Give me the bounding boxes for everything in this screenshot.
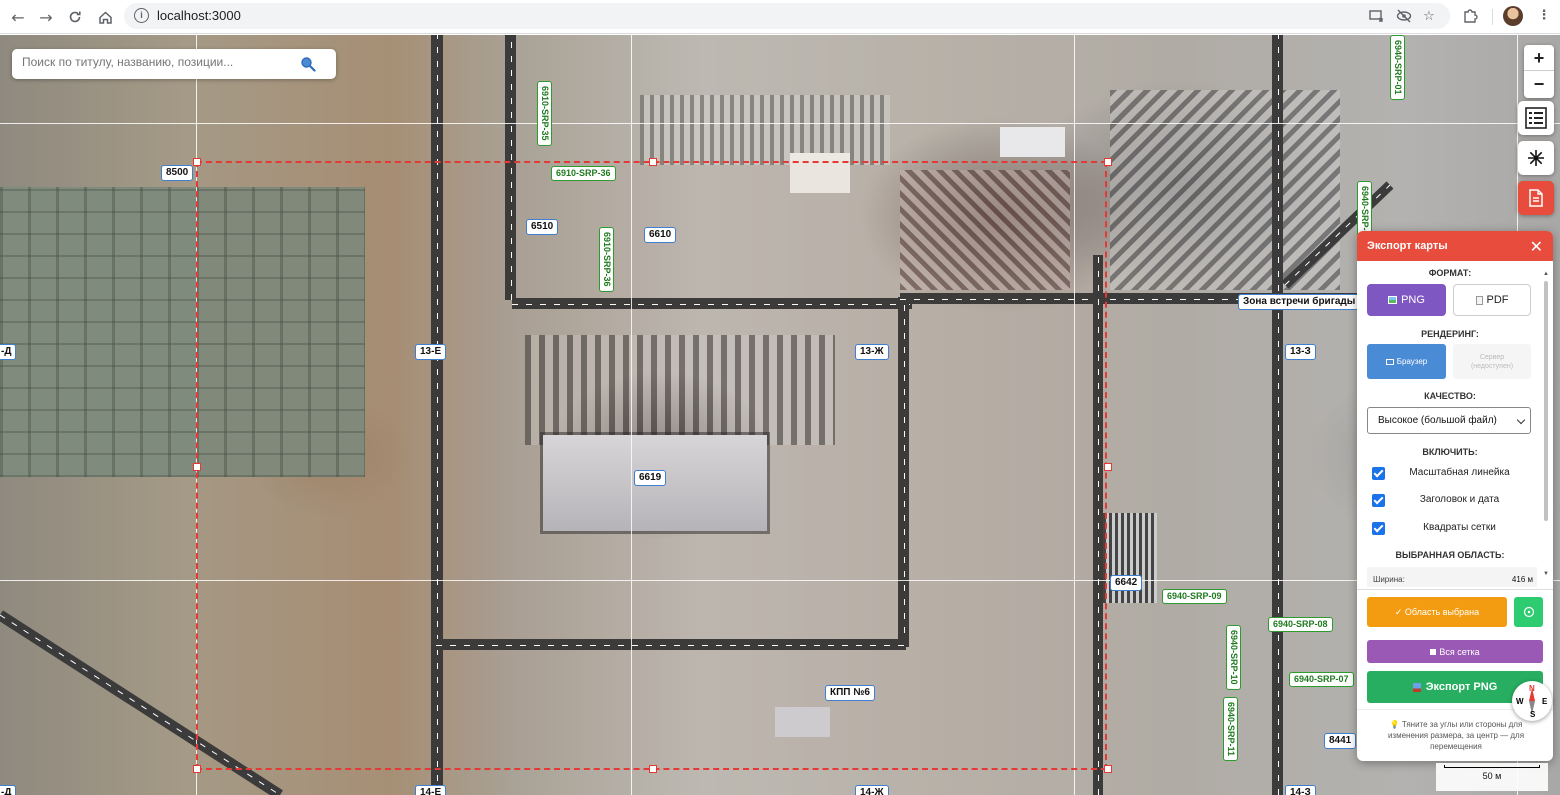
srp-label[interactable]: 6940-SRP-10 (1226, 625, 1241, 690)
file-icon (1475, 295, 1483, 305)
grid-square-label: 14-Ж (855, 785, 889, 795)
srp-label[interactable]: 6940-SRP-01 (1390, 35, 1405, 100)
srp-label[interactable]: 6910-SRP-36 (551, 166, 616, 181)
building-label[interactable]: 6619 (634, 470, 667, 486)
reload-icon[interactable] (63, 5, 87, 29)
grid-line (0, 123, 1560, 124)
eye-off-icon[interactable] (1396, 9, 1412, 25)
list-icon (1525, 107, 1547, 129)
building-label[interactable]: 8441 (1324, 733, 1357, 749)
selected-area-title: ВЫБРАННАЯ ОБЛАСТЬ: (1395, 550, 1505, 560)
layers-list-button[interactable] (1518, 101, 1554, 135)
area-selected-button[interactable]: ✓ Область выбрана (1367, 597, 1507, 627)
target-button[interactable] (1514, 597, 1543, 627)
more-icon[interactable]: ⋮ (1536, 8, 1552, 24)
srp-label[interactable]: 6940-SRP-08 (1268, 617, 1333, 632)
grid-square-label: -Д (0, 344, 17, 360)
include-title-checkbox[interactable]: Заголовок и дата (1367, 494, 1537, 508)
srp-label[interactable]: 6910-SRP-36 (599, 227, 614, 292)
profile-avatar[interactable] (1503, 6, 1523, 26)
export-panel-header: Экспорт карты ✕ (1357, 231, 1553, 261)
download-icon (1412, 682, 1421, 692)
lightbulb-icon: 💡 (1389, 720, 1400, 729)
include-title: ВКЛЮЧИТЬ: (1422, 447, 1478, 457)
building-label[interactable]: 6610 (644, 227, 677, 243)
star-icon[interactable]: ☆ (1421, 9, 1437, 25)
site-info-icon[interactable]: i (134, 8, 149, 23)
snowflake-icon (1528, 150, 1544, 166)
search-icon[interactable] (300, 56, 316, 72)
forward-icon[interactable]: → (34, 5, 58, 29)
zoom-out-button[interactable]: − (1524, 71, 1554, 97)
close-icon[interactable]: ✕ (1530, 237, 1543, 257)
grid-square-label: 14-Е (415, 785, 447, 795)
srp-label[interactable]: 6940-SRP-07 (1289, 672, 1354, 687)
zoom-control: + − (1524, 45, 1554, 98)
scroll-up-icon[interactable]: ▲ (1543, 271, 1549, 277)
search-input[interactable] (22, 55, 292, 69)
resize-handle-w[interactable] (193, 463, 201, 471)
resize-handle-ne[interactable] (1104, 158, 1112, 166)
building-label[interactable]: 8500 (161, 165, 194, 181)
image-icon (1388, 296, 1398, 304)
extensions-icon[interactable] (1462, 8, 1478, 24)
checkpoint-label[interactable]: КПП №6 (825, 685, 875, 701)
resize-handle-nw[interactable] (193, 158, 201, 166)
map-canvas[interactable]: 8500 6510 6610 6619 6642 8441 13-Е 13-Ж … (0, 35, 1560, 795)
grid-square-label: 13-З (1285, 344, 1316, 360)
export-panel-title: Экспорт карты (1367, 240, 1448, 252)
whole-grid-button[interactable]: Вся сетка (1367, 640, 1543, 663)
address-bar[interactable]: i localhost:3000 ☆ (124, 3, 1450, 29)
target-icon (1523, 606, 1534, 618)
render-server-button: Сервер (недоступен) (1453, 344, 1531, 379)
quality-select[interactable]: Высокое (большой файл) (1367, 407, 1531, 434)
scale-bar: 50 м (1436, 763, 1548, 791)
browser-toolbar: ← → i localhost:3000 ☆ ⋮ (0, 0, 1560, 34)
scroll-down-icon[interactable]: ▼ (1543, 571, 1549, 577)
panel-scrollbar[interactable]: ▲ ▼ (1543, 271, 1549, 579)
srp-label[interactable]: 6910-SRP-35 (537, 81, 552, 146)
back-icon[interactable]: ← (6, 5, 30, 29)
format-title: ФОРМАТ: (1428, 268, 1472, 278)
document-icon (1529, 189, 1543, 207)
search-box[interactable] (12, 49, 336, 79)
render-title: РЕНДЕРИНГ: (1421, 329, 1479, 339)
building-label[interactable]: 6642 (1110, 575, 1143, 591)
grid-icon (1430, 648, 1437, 655)
install-icon[interactable] (1368, 9, 1384, 25)
compass[interactable]: N W E S (1512, 681, 1552, 721)
url-text: localhost:3000 (157, 8, 241, 23)
format-png-button[interactable]: PNG (1367, 284, 1446, 316)
zoom-in-button[interactable]: + (1524, 45, 1554, 71)
resize-handle-sw[interactable] (193, 765, 201, 773)
srp-label[interactable]: 6940-SRP-11 (1223, 697, 1238, 762)
grid-square-label: 13-Е (415, 344, 447, 360)
grid-square-label: 14-З (1285, 785, 1316, 795)
zone-label[interactable]: Зона встречи бригады С (1238, 294, 1371, 310)
chevron-down-icon (1516, 415, 1526, 425)
building-label[interactable]: 6510 (526, 219, 559, 235)
quality-title: КАЧЕСТВО: (1424, 391, 1476, 401)
include-grid-checkbox[interactable]: Квадраты сетки (1367, 522, 1537, 536)
render-browser-button[interactable]: Браузер (1367, 344, 1446, 379)
hint-text: 💡 Тяните за углы или стороны для изменен… (1387, 720, 1525, 751)
width-row: Ширина: 416 м (1367, 567, 1537, 587)
format-pdf-button[interactable]: PDF (1453, 284, 1531, 316)
resize-handle-e[interactable] (1104, 463, 1112, 471)
grid-square-label: -Д (0, 785, 17, 795)
snowflake-button[interactable] (1518, 141, 1554, 175)
monitor-icon (1385, 358, 1394, 365)
resize-handle-se[interactable] (1104, 765, 1112, 773)
srp-label[interactable]: 6940-SRP-09 (1162, 589, 1227, 604)
include-scale-checkbox[interactable]: Масштабная линейка (1367, 467, 1537, 481)
resize-handle-n[interactable] (649, 158, 657, 166)
export-button[interactable] (1518, 181, 1554, 215)
selection-area[interactable] (193, 158, 1112, 773)
resize-handle-s[interactable] (649, 765, 657, 773)
grid-square-label: 13-Ж (855, 344, 889, 360)
home-icon[interactable] (93, 5, 117, 29)
